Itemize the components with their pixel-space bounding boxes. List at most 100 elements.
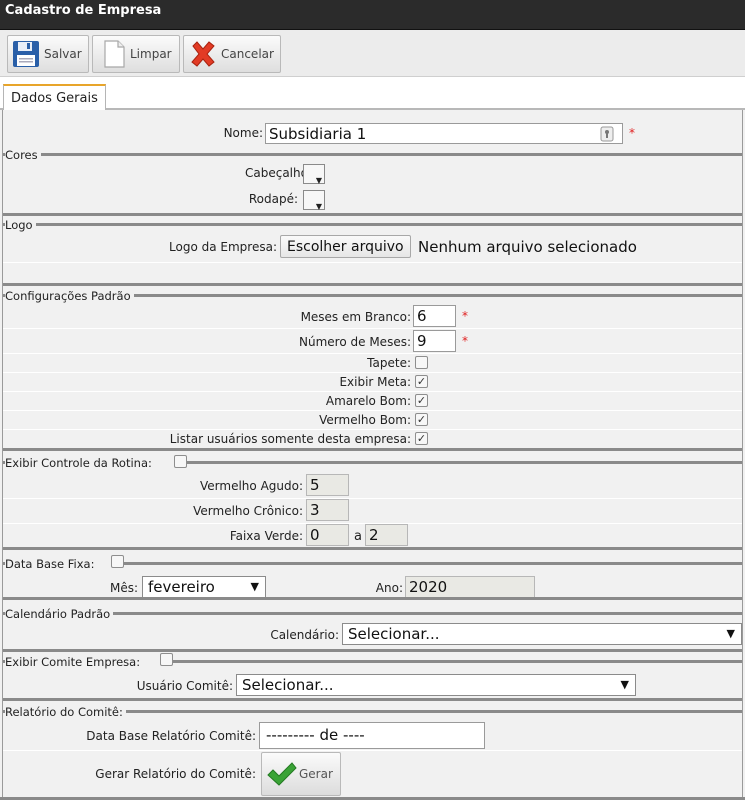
- checkmark-icon: ✓: [416, 432, 427, 445]
- calendario-value: Selecionar...: [348, 625, 440, 643]
- config-legend: Configurações Padrão: [5, 289, 134, 303]
- vermelho-cronico-label: Vermelho Crônico:: [193, 504, 303, 518]
- vermelho-bom-checkbox[interactable]: ✓: [415, 413, 428, 426]
- mes-select[interactable]: fevereiro ▼: [142, 576, 266, 598]
- right-frame: [742, 110, 743, 800]
- data-base-relatorio-label: Data Base Relatório Comitê:: [86, 729, 256, 743]
- checkmark-icon: ✓: [416, 413, 427, 426]
- row-separator: [2, 498, 743, 499]
- save-button[interactable]: Salvar: [7, 35, 89, 73]
- data-base-checkbox[interactable]: [111, 555, 124, 568]
- nome-input[interactable]: Subsidiaria 1: [265, 123, 623, 144]
- row-separator: [2, 410, 743, 411]
- row-separator: [2, 353, 743, 354]
- cancel-button-label: Cancelar: [221, 47, 274, 61]
- vermelho-cronico-input[interactable]: 3: [306, 499, 349, 521]
- tapete-label: Tapete:: [367, 356, 411, 370]
- usuario-comite-select[interactable]: Selecionar... ▼: [236, 674, 636, 696]
- clear-button-label: Limpar: [130, 47, 172, 61]
- calendario-select[interactable]: Selecionar... ▼: [342, 623, 742, 645]
- exibir-meta-checkbox[interactable]: ✓: [415, 375, 428, 388]
- comite-divider-top: [2, 649, 743, 652]
- usuario-comite-value: Selecionar...: [242, 676, 334, 694]
- numero-meses-label: Número de Meses:: [299, 335, 411, 349]
- data-base-relatorio-input[interactable]: --------- de ----: [259, 722, 485, 749]
- faixa-verde-to-input[interactable]: 2: [365, 524, 408, 546]
- cabecalho-color-picker[interactable]: ▼: [303, 164, 325, 185]
- chevron-down-icon: ▼: [250, 580, 259, 593]
- calendario-legend: Calendário Padrão: [5, 607, 114, 621]
- data-base-legend: Data Base Fixa:: [5, 557, 121, 571]
- listar-usuarios-checkbox[interactable]: ✓: [415, 432, 428, 445]
- data-base-divider-top: [2, 547, 743, 550]
- choose-file-button[interactable]: Escolher arquivo: [280, 235, 411, 258]
- logo-divider-top: [2, 213, 743, 216]
- save-button-label: Salvar: [44, 47, 82, 61]
- numero-meses-input[interactable]: 9: [413, 330, 456, 352]
- gerar-button[interactable]: Gerar: [261, 752, 341, 796]
- tab-dados-gerais[interactable]: Dados Gerais: [3, 84, 106, 112]
- chevron-down-icon: ▼: [620, 678, 629, 691]
- comite-legend: Exibir Comite Empresa:: [5, 655, 167, 669]
- window-title: Cadastro de Empresa: [5, 3, 162, 18]
- file-status: Nenhum arquivo selecionado: [418, 238, 637, 256]
- cores-legend: Cores: [5, 148, 41, 162]
- left-frame: [2, 110, 3, 800]
- ano-input[interactable]: 2020: [405, 576, 535, 598]
- meses-branco-input[interactable]: 6: [413, 305, 456, 327]
- logo-divider: [2, 223, 743, 226]
- faixa-verde-separator: a: [354, 529, 362, 544]
- ano-label: Ano:: [375, 581, 403, 595]
- chevron-down-icon: ▼: [726, 627, 735, 640]
- vermelho-bom-label: Vermelho Bom:: [319, 413, 411, 427]
- chevron-down-icon: ▼: [315, 202, 322, 211]
- red-x-icon: [191, 41, 215, 67]
- tab-strip: [0, 77, 745, 111]
- checkmark-icon: ✓: [416, 375, 427, 388]
- checkmark-icon: ✓: [416, 394, 427, 407]
- cores-divider: [2, 153, 743, 156]
- mes-value: fevereiro: [148, 578, 215, 596]
- nome-value: Subsidiaria 1: [269, 125, 367, 143]
- logo-legend: Logo: [5, 218, 36, 232]
- rodape-label: Rodapé:: [248, 192, 298, 206]
- title-bar: Cadastro de Empresa: [0, 0, 745, 30]
- rodape-color-picker[interactable]: ▼: [303, 190, 325, 211]
- nome-label: Nome:: [223, 126, 263, 140]
- config-divider-top: [2, 283, 743, 286]
- meses-branco-label: Meses em Branco:: [300, 310, 411, 324]
- clear-button[interactable]: Limpar: [92, 35, 180, 73]
- calendario-label: Calendário:: [270, 628, 339, 642]
- row-separator: [2, 750, 743, 751]
- amarelo-bom-checkbox[interactable]: ✓: [415, 394, 428, 407]
- floppy-disk-icon: [13, 41, 39, 67]
- row-separator: [2, 429, 743, 430]
- faixa-verde-from-input[interactable]: 0: [306, 524, 349, 546]
- vermelho-agudo-input[interactable]: 5: [306, 474, 349, 496]
- numero-meses-required: *: [462, 334, 468, 348]
- rotina-divider-top: [2, 448, 743, 451]
- key-icon: [600, 126, 614, 142]
- exibir-meta-label: Exibir Meta:: [339, 375, 411, 389]
- gerar-relatorio-label: Gerar Relatório do Comitê:: [95, 767, 256, 781]
- cancel-button[interactable]: Cancelar: [183, 35, 281, 73]
- toolbar: Salvar Limpar Cancelar: [0, 30, 745, 77]
- blank-page-icon: [104, 40, 125, 68]
- vermelho-agudo-label: Vermelho Agudo:: [200, 479, 303, 493]
- comite-checkbox[interactable]: [160, 653, 173, 666]
- row-separator: [2, 391, 743, 392]
- chevron-down-icon: ▼: [315, 176, 322, 185]
- green-checkmark-icon: [267, 762, 297, 786]
- relatorio-legend: Relatório do Comitê:: [5, 705, 126, 719]
- row-separator: [2, 372, 743, 373]
- row-separator: [2, 328, 743, 329]
- mes-label: Mês:: [109, 581, 138, 595]
- usuario-comite-label: Usuário Comitê:: [136, 679, 233, 693]
- rotina-legend: Exibir Controle da Rotina:: [5, 456, 178, 470]
- relatorio-divider-top: [2, 698, 743, 701]
- logo-label: Logo da Empresa:: [169, 240, 277, 254]
- tapete-checkbox[interactable]: [415, 356, 428, 369]
- cabecalho-label: Cabeçalho:: [244, 166, 312, 180]
- rotina-checkbox[interactable]: [174, 455, 187, 468]
- faixa-verde-label: Faixa Verde:: [229, 529, 303, 543]
